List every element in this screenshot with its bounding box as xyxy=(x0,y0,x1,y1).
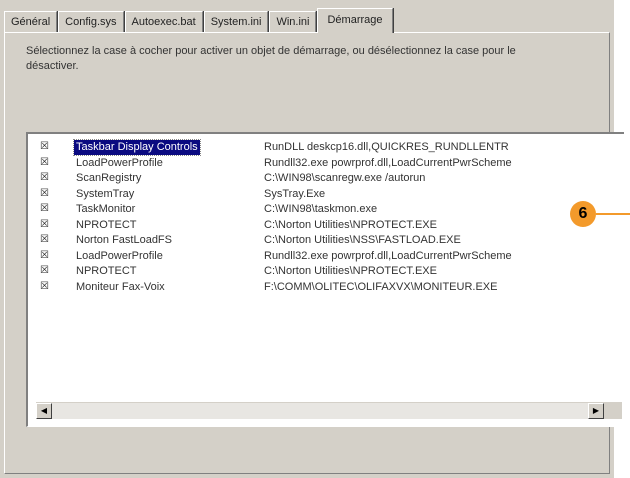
startup-item-name: NPROTECT xyxy=(76,218,137,231)
startup-items-list[interactable]: ☒ Taskbar Display Controls RunDLL deskcp16… xyxy=(26,132,624,427)
list-item[interactable]: ☒ ScanRegistry C:\WIN98\scanregw.exe /auto… xyxy=(28,171,624,187)
tab-win-ini[interactable]: Win.ini xyxy=(269,11,317,32)
checkbox-checked-icon[interactable]: ☒ xyxy=(40,157,50,168)
startup-item-name: TaskMonitor xyxy=(76,203,136,215)
startup-item-command: Rundll32.exe powrprof.dll,LoadCurrentPwr… xyxy=(264,249,512,262)
instructions-text: Sélectionnez la case à cocher pour activ… xyxy=(26,45,516,72)
startup-item-name: LoadPowerProfile xyxy=(76,156,163,169)
startup-item-name: NPROTECT xyxy=(76,265,137,277)
step-callout: 6 xyxy=(570,201,630,231)
checkbox-checked-icon[interactable]: ☒ xyxy=(40,204,50,214)
checkbox-checked-icon[interactable]: ☒ xyxy=(40,250,50,261)
startup-item-command: RunDLL deskcp16.dll,QUICKRES_RUNDLLENTR xyxy=(264,141,509,153)
tab-demarrage[interactable]: Démarrage xyxy=(317,8,393,33)
startup-item-command: SysTray.Exe xyxy=(264,187,326,200)
arrow-left-icon[interactable]: ◀ xyxy=(36,403,52,419)
startup-item-command: C:\Norton Utilities\NPROTECT.EXE xyxy=(264,218,437,231)
callout-number-badge: 6 xyxy=(570,201,596,227)
tab-general[interactable]: Général xyxy=(4,11,58,32)
list-item[interactable]: ☒ NPROTECT C:\Norton Utilities\NPROTECT.EX… xyxy=(28,218,624,234)
tab-strip: Général Config.sys Autoexec.bat System.i… xyxy=(4,6,394,33)
startup-item-name: Moniteur Fax-Voix xyxy=(76,280,165,293)
startup-item-name: SystemTray xyxy=(76,187,135,200)
startup-item-command: C:\WIN98\scanregw.exe /autorun xyxy=(264,172,426,184)
checkbox-checked-icon[interactable]: ☒ xyxy=(40,173,50,183)
startup-item-command: C:\Norton Utilities\NPROTECT.EXE xyxy=(264,265,437,277)
startup-item-command: F:\COMM\OLITEC\OLIFAXVX\MONITEUR.EXE xyxy=(264,280,498,293)
tab-autoexec-bat[interactable]: Autoexec.bat xyxy=(124,11,203,32)
list-item[interactable]: ☒ LoadPowerProfile Rundll32.exe powrprof.d… xyxy=(28,156,624,172)
list-item[interactable]: ☒ LoadPowerProfile Rundll32.exe powrprof.d… xyxy=(28,249,624,265)
startup-item-command: Rundll32.exe powrprof.dll,LoadCurrentPwr… xyxy=(264,156,512,169)
list-item[interactable]: ☒ Norton FastLoadFS C:\Norton Utilities\NS… xyxy=(28,233,624,249)
startup-items-rows: ☒ Taskbar Display Controls RunDLL deskcp16… xyxy=(28,139,624,296)
tab-config-sys[interactable]: Config.sys xyxy=(58,11,124,32)
list-item[interactable]: ☒ Moniteur Fax-Voix F:\COMM\OLITEC\OLIFAXV… xyxy=(28,280,624,296)
list-item[interactable]: ☒ Taskbar Display Controls RunDLL deskcp16… xyxy=(28,139,624,156)
list-item[interactable]: ☒ SystemTray SysTray.Exe xyxy=(28,187,624,203)
startup-item-command: C:\WIN98\taskmon.exe xyxy=(264,203,378,215)
checkbox-checked-icon[interactable]: ☒ xyxy=(40,142,50,152)
startup-item-name: Norton FastLoadFS xyxy=(76,234,172,246)
startup-item-name: ScanRegistry xyxy=(76,172,142,184)
list-item[interactable]: ☒ NPROTECT C:\Norton Utilities\NPROTECT.EX… xyxy=(28,264,624,280)
tab-system-ini[interactable]: System.ini xyxy=(203,11,269,32)
startup-item-name: Taskbar Display Controls xyxy=(73,139,201,156)
scrollbar-track[interactable] xyxy=(52,403,588,419)
startup-item-command: C:\Norton Utilities\NSS\FASTLOAD.EXE xyxy=(264,234,461,246)
checkbox-checked-icon[interactable]: ☒ xyxy=(40,188,50,199)
checkbox-checked-icon[interactable]: ☒ xyxy=(40,235,50,245)
arrow-right-icon[interactable]: ▶ xyxy=(588,403,604,419)
checkbox-checked-icon[interactable]: ☒ xyxy=(40,219,50,230)
checkbox-checked-icon[interactable]: ☒ xyxy=(40,266,50,276)
system-config-dialog: Général Config.sys Autoexec.bat System.i… xyxy=(0,0,630,478)
callout-pointer-line xyxy=(596,213,630,215)
list-item[interactable]: ☒ TaskMonitor C:\WIN98\taskmon.exe xyxy=(28,202,624,218)
startup-item-name: LoadPowerProfile xyxy=(76,249,163,262)
checkbox-checked-icon[interactable]: ☒ xyxy=(40,281,50,292)
horizontal-scrollbar[interactable]: ◀ ▶ xyxy=(36,402,622,419)
